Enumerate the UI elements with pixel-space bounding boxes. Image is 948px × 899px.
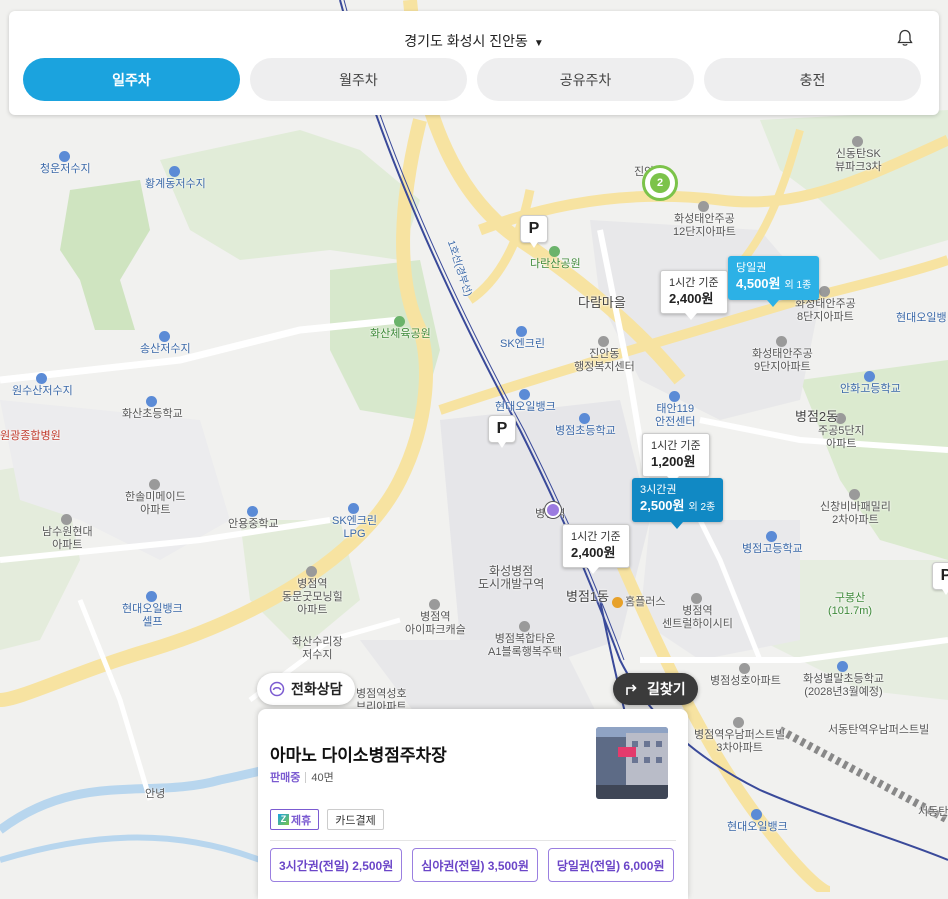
parking-lot-name: 아마노 다이소병점주차장 <box>270 746 447 765</box>
phone-consult-button[interactable]: 전화상담 <box>257 673 355 705</box>
directions-button[interactable]: 길찾기 <box>613 673 698 705</box>
map-label-park: 다란산공원 <box>530 245 581 271</box>
map-label-gas-station: SK엔크린 <box>500 325 545 351</box>
map-label-gas-station: 현대오일뱅 <box>896 312 947 324</box>
price-marker-basis: 1시간 기준 <box>651 440 701 452</box>
tab-daily-parking[interactable]: 일주차 <box>23 58 240 101</box>
ticket-night[interactable]: 심야권(전일) 3,500원 <box>412 848 538 882</box>
building-photo-image <box>596 727 668 799</box>
map-label-school: 안화고등학교 <box>840 370 901 396</box>
map-label-school: 병점고등학교 <box>742 530 803 556</box>
map-label-area: 병점2동 <box>795 409 839 424</box>
phone-consult-label: 전화상담 <box>291 681 343 697</box>
parking-type-tabs: 일주차 월주차 공유주차 충전 <box>23 58 921 101</box>
map-label-apartment: 병점역 동문굿모닝힐 아파트 <box>282 565 343 617</box>
parking-marker[interactable]: P <box>932 562 948 595</box>
partner-badge: Z 제휴 <box>270 809 320 830</box>
parking-marker[interactable]: P <box>488 415 516 448</box>
map-label-school: 화성별말초등학교 (2028년3월예정) <box>803 660 884 699</box>
bell-icon[interactable] <box>897 29 913 47</box>
map-label-apartment: 화성태안주공 9단지아파트 <box>752 335 813 374</box>
price-marker-value: 2,400원 <box>669 291 714 306</box>
price-marker-basis: 1시간 기준 <box>669 277 719 289</box>
ticket-options: 3시간권(전일) 2,500원 심야권(전일) 3,500원 당일권(전일) 6… <box>270 848 674 882</box>
directions-label: 길찾기 <box>647 681 686 697</box>
price-marker-basis: 1시간 기준 <box>571 531 621 543</box>
caret-down-icon: ▼ <box>533 38 544 49</box>
map-label-gas-station: 현대오일뱅크 셀프 <box>122 590 183 629</box>
map-label-area: 병점1동 <box>566 589 610 604</box>
map-label-apartment: 남수원현대 아파트 <box>42 513 93 552</box>
map-label-mountain: 구봉산 (101.7m) <box>828 592 873 617</box>
map-label-school: 화산초등학교 <box>122 395 183 421</box>
map-label-ic: 안녕 <box>145 788 166 800</box>
map-label-reservoir: 황계동저수지 <box>145 165 206 191</box>
price-marker[interactable]: 1시간 기준 2,400원 <box>562 524 630 574</box>
price-marker-selected[interactable]: 3시간권 2,500원 외 2종 <box>632 478 724 529</box>
price-marker-basis: 3시간권 <box>640 484 677 496</box>
price-marker-value: 2,500원 외 2종 <box>640 498 716 513</box>
price-marker[interactable]: 1시간 기준 1,200원 <box>642 433 710 483</box>
partner-logo-icon: Z <box>278 814 289 825</box>
map-label-school: 안용중학교 <box>228 505 279 531</box>
turn-right-arrow-icon <box>626 684 637 695</box>
map-label-apartment: 병점역 아이파크캐슬 <box>405 598 466 637</box>
top-panel: 경기도 화성시 진안동 ▼ 일주차 월주차 공유주차 충전 <box>9 11 939 115</box>
card-payment-badge: 카드결제 <box>327 809 384 830</box>
map-label-apartment: 병점역 센트럴하이시티 <box>662 592 733 631</box>
parking-lot-badges: Z 제휴 카드결제 <box>270 809 384 830</box>
map-label-park: 화산체육공원 <box>370 315 431 341</box>
map-label-reservoir: 화산수리장 저수지 <box>292 636 343 661</box>
map-label-reservoir: 청운저수지 <box>40 150 91 176</box>
ticket-daily[interactable]: 당일권(전일) 6,000원 <box>547 848 674 882</box>
map-label-apartment: 병점역우남퍼스트빌 3차아파트 <box>694 716 785 755</box>
price-marker-value: 1,200원 <box>651 454 696 469</box>
map-label-school: 병점초등학교 <box>555 412 616 438</box>
map-label-apartment: 신창비바패밀리 2차아파트 <box>820 488 891 527</box>
map-label-apartment: 병점성호아파트 <box>710 662 781 688</box>
price-marker-basis: 당일권 <box>736 262 767 274</box>
map-label-gas-station: 현대오일뱅크 <box>495 388 556 414</box>
map-label-fire-station: 태안119 안전센터 <box>655 390 695 429</box>
map-label-apartment: 병점복합타운 A1블록행복주택 <box>488 620 562 659</box>
sale-status: 판매중 <box>270 772 301 784</box>
map-label-office: 진안동 행정복지센터 <box>574 335 635 374</box>
parking-spots: 40면 <box>311 772 334 784</box>
location-selector[interactable]: 경기도 화성시 진안동 ▼ <box>9 31 939 51</box>
price-marker[interactable]: 1시간 기준 2,400원 <box>660 270 728 320</box>
map-label-station: 서동탄 <box>918 806 948 818</box>
map-label-area: 화성병점 도시개발구역 <box>478 564 545 591</box>
tab-charging[interactable]: 충전 <box>704 58 921 101</box>
divider <box>305 771 307 783</box>
price-marker-value: 2,400원 <box>571 545 616 560</box>
headset-icon <box>269 681 285 697</box>
map-label-apartment: 서동탄역우남퍼스트빌 <box>828 724 930 736</box>
subway-station-icon <box>545 502 561 518</box>
divider <box>270 840 676 841</box>
map-label-apartment: 화성태안주공 12단지아파트 <box>673 200 736 239</box>
map-label-gas-station: SK엔크린 LPG <box>332 502 377 541</box>
map-label-gas-station: 현대오일뱅크 <box>727 808 788 834</box>
ev-charger-marker[interactable]: 2 <box>642 165 678 201</box>
parking-lot-meta: 판매중 40면 <box>270 769 334 785</box>
map-label-apartment: 신동탄SK 뷰파크3차 <box>835 135 882 174</box>
parking-lot-photo[interactable] <box>596 727 668 799</box>
map-label-reservoir: 원수산저수지 <box>12 372 73 398</box>
tab-shared-parking[interactable]: 공유주차 <box>477 58 694 101</box>
location-label: 경기도 화성시 진안동 <box>404 33 528 49</box>
map-label-apartment: 한솔미메이드 아파트 <box>125 478 186 517</box>
parking-marker[interactable]: P <box>520 215 548 248</box>
map-label-area: 다람마을 <box>578 295 626 310</box>
map-label-reservoir: 송산저수지 <box>140 330 191 356</box>
ticket-3hour[interactable]: 3시간권(전일) 2,500원 <box>270 848 403 882</box>
parking-lot-card[interactable]: 아마노 다이소병점주차장 판매중 40면 Z 제휴 카드결제 3시간권(전일) 2… <box>258 709 688 899</box>
price-marker-value: 4,500원 외 1종 <box>736 276 812 291</box>
map-label-hospital: 원광종합병원 <box>0 430 61 442</box>
tab-monthly-parking[interactable]: 월주차 <box>250 58 467 101</box>
price-marker-selected[interactable]: 당일권 4,500원 외 1종 <box>728 256 820 307</box>
map-label-mart: 홈플러스 <box>612 596 665 609</box>
